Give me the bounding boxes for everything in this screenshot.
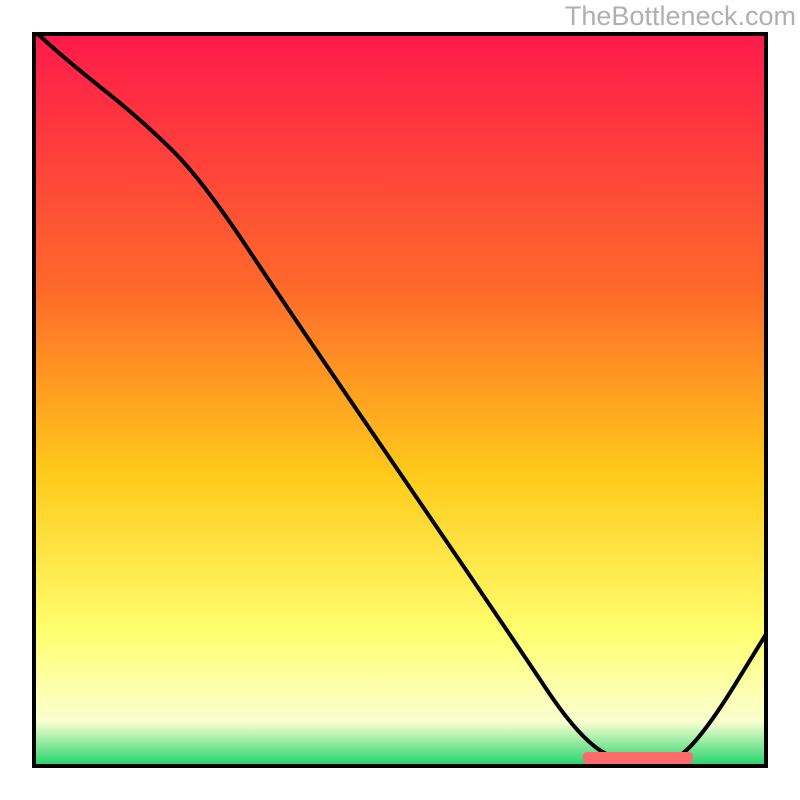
watermark-text: TheBottleneck.com xyxy=(565,1,796,32)
bottleneck-chart xyxy=(0,0,800,800)
trough-marker xyxy=(583,752,693,764)
chart-fill xyxy=(34,34,766,766)
